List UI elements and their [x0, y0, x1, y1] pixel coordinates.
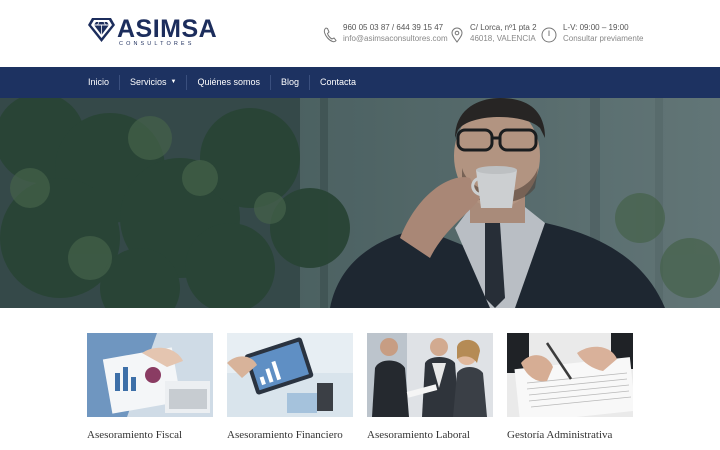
service-image-financiero[interactable]	[227, 333, 353, 417]
hours-note: Consultar previamente	[563, 34, 644, 43]
service-image-laboral[interactable]	[367, 333, 493, 417]
service-card-gestoria[interactable]: Gestoría Administrativa	[507, 333, 633, 441]
clock-icon	[541, 27, 557, 43]
service-card-title[interactable]: Asesoramiento Laboral	[367, 429, 493, 441]
nav-item-blog[interactable]: Blog	[271, 75, 311, 90]
site-header: ASIMSA CONSULTORES 960 05 03 87 / 644 39…	[0, 0, 720, 67]
services-section: Asesoramiento Fiscal Asesoramiento Finan…	[87, 333, 647, 450]
hours-schedule: L-V: 09:00 – 19:00	[563, 23, 629, 32]
map-pin-icon	[451, 27, 463, 43]
nav-item-label: Blog	[281, 77, 300, 87]
email-link[interactable]: info@asimsaconsultores.com	[343, 33, 448, 44]
logo-subtitle: CONSULTORES	[119, 41, 195, 47]
main-navigation: Inicio Servicios ▼ Quiénes somos Blog Con…	[0, 67, 720, 98]
nav-item-quienes-somos[interactable]: Quiénes somos	[187, 75, 272, 90]
address-street: C/ Lorca, nº1 pta 2	[470, 23, 537, 32]
hero-image	[0, 98, 720, 308]
service-card-financiero[interactable]: Asesoramiento Financiero	[227, 333, 353, 441]
service-image-fiscal[interactable]	[87, 333, 213, 417]
service-card-title[interactable]: Asesoramiento Financiero	[227, 429, 353, 441]
nav-item-servicios[interactable]: Servicios ▼	[120, 75, 188, 90]
nav-item-inicio[interactable]: Inicio	[78, 75, 121, 90]
service-image-gestoria[interactable]	[507, 333, 633, 417]
nav-item-label: Inicio	[88, 77, 110, 87]
contact-address: C/ Lorca, nº1 pta 2 46018, VALENCIA	[450, 22, 537, 44]
contact-phone: 960 05 03 87 / 644 39 15 47 info@asimsac…	[323, 22, 448, 44]
nav-item-label: Contacta	[320, 77, 357, 87]
service-card-laboral[interactable]: Asesoramiento Laboral	[367, 333, 493, 441]
contact-hours: L-V: 09:00 – 19:00 Consultar previamente	[541, 22, 643, 44]
service-card-title[interactable]: Gestoría Administrativa	[507, 429, 633, 441]
logo[interactable]: ASIMSA CONSULTORES	[88, 17, 217, 47]
phone-numbers[interactable]: 960 05 03 87 / 644 39 15 47	[343, 22, 448, 33]
hero-businessman-coffee-image	[0, 98, 720, 308]
nav-item-label: Quiénes somos	[197, 77, 261, 87]
diamond-logo-icon	[88, 18, 115, 42]
address-city: 46018, VALENCIA	[470, 34, 536, 43]
logo-name: ASIMSA	[117, 15, 218, 43]
service-card-fiscal[interactable]: Asesoramiento Fiscal	[87, 333, 213, 441]
nav-item-label: Servicios	[130, 77, 167, 87]
nav-item-contacta[interactable]: Contacta	[310, 75, 366, 90]
chevron-down-icon: ▼	[170, 79, 177, 85]
phone-icon	[323, 27, 337, 43]
service-card-title[interactable]: Asesoramiento Fiscal	[87, 429, 213, 441]
